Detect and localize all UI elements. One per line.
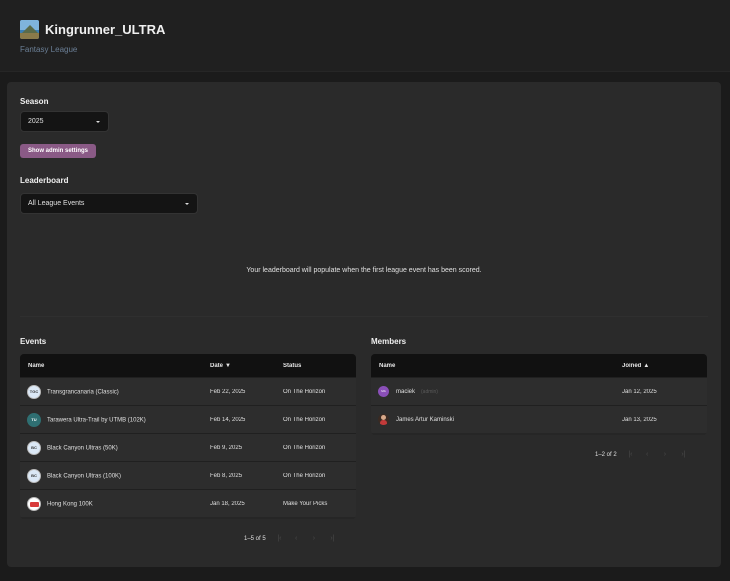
app-header: Kingrunner_ULTRA Fantasy League: [0, 0, 730, 72]
event-name: Black Canyon Ultras (100K): [47, 473, 122, 480]
season-select[interactable]: 2025: [20, 111, 109, 132]
column-header-name[interactable]: Name: [20, 363, 210, 369]
black-canyon-logo-icon: BC: [27, 468, 41, 483]
transgrancanaria-logo-icon: TGC: [27, 384, 41, 399]
event-status: On The Horizon: [283, 388, 326, 395]
chevron-down-icon: [185, 202, 189, 205]
sort-descending-icon: ▼: [225, 362, 231, 369]
column-header-name[interactable]: Name: [371, 363, 622, 369]
tarawera-logo-icon: TU: [27, 412, 41, 427]
event-name: Transgrancanaria (Classic): [47, 389, 119, 396]
events-pagination: 1–5 of 5 |‹ ‹ › ›|: [244, 535, 336, 542]
leaderboard-filter-select[interactable]: All League Events: [20, 193, 198, 214]
next-page-icon[interactable]: ›: [664, 451, 670, 458]
event-name-cell: Hong Kong 100K: [20, 496, 210, 511]
event-name: Tarawera Ultra-Trail by UTMB (102K): [47, 417, 146, 424]
event-name: Hong Kong 100K: [47, 501, 93, 508]
members-table-header: Name Joined ▲: [371, 354, 707, 377]
prev-page-icon[interactable]: ‹: [646, 451, 652, 458]
member-joined: Jan 12, 2025: [622, 388, 657, 395]
members-pagination-text: 1–2 of 2: [595, 452, 617, 458]
last-page-icon[interactable]: ›|: [681, 451, 687, 458]
member-name-cell: James Artur Kaminski: [371, 414, 622, 425]
table-row[interactable]: James Artur Kaminski Jan 13, 2025: [371, 405, 707, 433]
black-canyon-logo-icon: BC: [27, 440, 41, 455]
member-name: maciek: [396, 389, 416, 396]
sort-ascending-icon: ▲: [643, 362, 650, 369]
event-date: Feb 22, 2025: [210, 388, 246, 395]
leaderboard-filter-value: All League Events: [28, 200, 85, 207]
member-joined: Jan 13, 2025: [622, 416, 657, 423]
initials-avatar-icon: [378, 386, 389, 397]
main-panel: Season 2025 Show admin settings Leaderbo…: [7, 82, 721, 567]
column-header-status[interactable]: Status: [283, 363, 356, 369]
event-name-cell: BC Black Canyon Ultras (50K): [20, 440, 210, 455]
league-subtitle: Fantasy League: [20, 45, 78, 54]
event-status: On The Horizon: [283, 444, 326, 451]
hong-kong-logo-icon: [27, 496, 41, 511]
chevron-down-icon: [96, 120, 100, 123]
members-table: Name Joined▲ maciek(admin) Jan 12, 2025 …: [371, 354, 707, 435]
league-title: Kingrunner_ULTRA: [45, 22, 166, 37]
table-row[interactable]: Hong Kong 100K Jan 18, 2025 Make Your Pi…: [20, 489, 356, 517]
event-status: Make Your Picks: [283, 500, 328, 507]
event-date: Jan 18, 2025: [210, 500, 245, 507]
show-admin-settings-button[interactable]: Show admin settings: [20, 144, 96, 158]
column-header-joined-label: Joined: [622, 362, 642, 369]
season-select-value: 2025: [28, 118, 44, 125]
table-row[interactable]: BC Black Canyon Ultras (100K) Feb 8, 2025…: [20, 461, 356, 489]
events-title: Events: [20, 337, 47, 346]
season-label: Season: [20, 97, 49, 106]
next-page-icon[interactable]: ›: [313, 535, 319, 542]
events-table-header: Name Date ▼ Status: [20, 354, 356, 377]
first-page-icon[interactable]: |‹: [628, 451, 634, 458]
leaderboard-label: Leaderboard: [20, 176, 69, 185]
leaderboard-empty-message: Your leaderboard will populate when the …: [246, 267, 482, 274]
event-name-cell: TU Tarawera Ultra-Trail by UTMB (102K): [20, 412, 210, 427]
photo-avatar-icon: [378, 414, 389, 425]
event-status: On The Horizon: [283, 472, 326, 479]
table-row[interactable]: TU Tarawera Ultra-Trail by UTMB (102K) Fe…: [20, 405, 356, 433]
column-header-date[interactable]: Date ▼: [210, 363, 283, 369]
event-name: Black Canyon Ultras (50K): [47, 445, 118, 452]
events-table: Name Date ▼ Status TGC Transgrancanaria (C…: [20, 354, 356, 519]
event-date: Feb 8, 2025: [210, 472, 243, 479]
event-status: On The Horizon: [283, 416, 326, 423]
last-page-icon[interactable]: ›|: [330, 535, 336, 542]
event-date: Feb 14, 2025: [210, 416, 246, 423]
events-pagination-text: 1–5 of 5: [244, 536, 266, 542]
event-name-cell: TGC Transgrancanaria (Classic): [20, 384, 210, 399]
members-pagination: 1–2 of 2 |‹ ‹ › ›|: [595, 451, 687, 458]
first-page-icon[interactable]: |‹: [277, 535, 283, 542]
table-row[interactable]: TGC Transgrancanaria (Classic) Feb 22, 20…: [20, 377, 356, 405]
league-logo-icon: [20, 20, 39, 39]
admin-tag: (admin): [421, 389, 438, 396]
event-date: Feb 9, 2025: [210, 444, 243, 451]
members-title: Members: [371, 337, 407, 346]
table-row[interactable]: BC Black Canyon Ultras (50K) Feb 9, 2025 …: [20, 433, 356, 461]
table-row[interactable]: maciek (admin) Jan 12, 2025: [371, 377, 707, 405]
column-header-joined[interactable]: Joined ▲: [622, 363, 707, 369]
member-name: James Artur Kaminski: [396, 417, 455, 424]
event-name-cell: BC Black Canyon Ultras (100K): [20, 468, 210, 483]
prev-page-icon[interactable]: ‹: [295, 535, 301, 542]
column-header-date-label: Date: [210, 362, 224, 369]
member-name-cell: maciek (admin): [371, 386, 622, 397]
section-divider: [20, 316, 708, 317]
